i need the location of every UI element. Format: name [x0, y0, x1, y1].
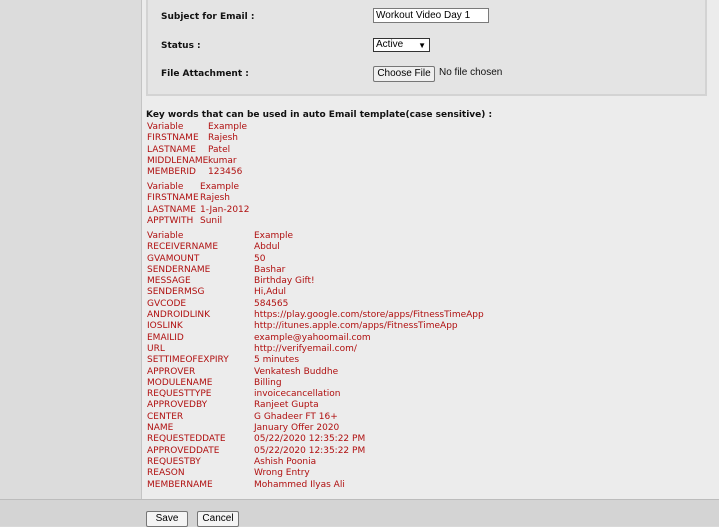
- variable-cell: SETTIMEOFEXPIRY: [147, 355, 229, 366]
- variable-cell: CENTER: [147, 411, 184, 422]
- variable-cell: APPTWITH: [147, 215, 194, 226]
- column-header-variable: Variable: [147, 231, 184, 241]
- variable-cell: RECEIVERNAME: [147, 242, 219, 253]
- variable-cell: LASTNAME: [147, 144, 196, 155]
- subject-label: Subject for Email :: [161, 12, 255, 22]
- variable-cell: MEMBERNAME: [147, 479, 213, 490]
- example-cell: Rajesh: [200, 193, 231, 204]
- no-file-text: No file chosen: [439, 67, 503, 78]
- example-cell: Wrong Entry: [254, 468, 310, 479]
- example-cell: Mohammed Ilyas Ali: [254, 479, 345, 490]
- choose-file-button[interactable]: Choose File: [373, 66, 435, 82]
- variable-cell: NAME: [147, 423, 174, 434]
- example-cell: Bashar: [254, 264, 286, 275]
- example-cell: http://itunes.apple.com/apps/FitnessTime…: [254, 321, 458, 332]
- example-cell: Birthday Gift!: [254, 276, 315, 287]
- variable-cell: APPROVER: [147, 366, 196, 377]
- example-cell: Patel: [208, 144, 231, 155]
- column-header-example: Example: [200, 182, 240, 192]
- column-header-example: Example: [254, 231, 294, 241]
- example-cell: example@yahoomail.com: [254, 332, 371, 343]
- variable-cell: REQUESTTYPE: [147, 389, 212, 400]
- example-cell: Ranjeet Gupta: [254, 400, 319, 411]
- variable-cell: MEMBERID: [147, 167, 196, 178]
- example-cell: 5 minutes: [254, 355, 300, 366]
- variable-cell: APPROVEDBY: [147, 400, 208, 411]
- example-cell: G Ghadeer FT 16+: [254, 411, 338, 422]
- example-cell: http://verifyemail.com/: [254, 343, 357, 354]
- main-content: Subject for Email : Workout Video Day 1 …: [142, 0, 719, 525]
- example-cell: invoicecancellation: [254, 389, 341, 400]
- status-selected-value: Active: [376, 39, 404, 50]
- example-cell: Venkatesh Buddhe: [254, 366, 339, 377]
- variable-cell: FIRSTNAME: [147, 133, 199, 144]
- chevron-down-icon: ▼: [418, 41, 426, 50]
- variable-cell: IOSLINK: [147, 321, 183, 332]
- example-cell: Ashish Poonia: [254, 456, 317, 467]
- example-cell: Rajesh: [208, 133, 239, 144]
- column-header-variable: Variable: [147, 122, 184, 132]
- variable-cell: REASON: [147, 468, 185, 479]
- status-select[interactable]: Active ▼: [373, 38, 430, 52]
- variable-cell: GVCODE: [147, 298, 187, 309]
- left-panel: [0, 0, 142, 525]
- example-cell: 50: [254, 253, 266, 264]
- variable-cell: URL: [147, 343, 165, 354]
- attachment-label: File Attachment :: [161, 69, 249, 79]
- variable-cell: MIDDLENAME: [147, 155, 209, 166]
- example-cell: https://play.google.com/store/apps/Fitne…: [254, 310, 484, 321]
- variable-cell: SENDERNAME: [147, 264, 211, 275]
- variable-cell: REQUESTBY: [147, 456, 201, 467]
- example-cell: Abdul: [254, 242, 280, 253]
- variable-cell: LASTNAME: [147, 204, 196, 215]
- email-form: Subject for Email : Workout Video Day 1 …: [146, 0, 707, 96]
- variable-cell: FIRSTNAME: [147, 193, 199, 204]
- variable-cell: MODULENAME: [147, 377, 213, 388]
- example-cell: 05/22/2020 12:35:22 PM: [254, 434, 366, 445]
- example-cell: Hi,Adul: [254, 287, 287, 298]
- variable-cell: MESSAGE: [147, 276, 191, 287]
- variable-cell: REQUESTEDDATE: [147, 434, 226, 445]
- example-cell: kumar: [208, 155, 237, 166]
- example-cell: 05/22/2020 12:35:22 PM: [254, 445, 366, 456]
- example-cell: 584565: [254, 298, 289, 309]
- keywords-title: Key words that can be used in auto Email…: [146, 110, 493, 120]
- example-cell: 123456: [208, 167, 243, 178]
- variable-cell: SENDERMSG: [147, 287, 205, 298]
- example-cell: January Offer 2020: [254, 423, 340, 434]
- example-cell: Billing: [254, 377, 282, 388]
- status-label: Status :: [161, 41, 201, 51]
- example-cell: 1-Jan-2012: [200, 204, 250, 215]
- example-cell: Sunil: [200, 215, 223, 226]
- variable-cell: ANDROIDLINK: [147, 310, 211, 321]
- variable-cell: APPROVEDDATE: [147, 445, 220, 456]
- subject-input[interactable]: Workout Video Day 1: [373, 8, 489, 23]
- column-header-example: Example: [208, 122, 248, 132]
- variable-cell: GVAMOUNT: [147, 253, 200, 264]
- variable-cell: EMAILID: [147, 332, 184, 343]
- column-header-variable: Variable: [147, 182, 184, 192]
- action-bar: [0, 499, 719, 526]
